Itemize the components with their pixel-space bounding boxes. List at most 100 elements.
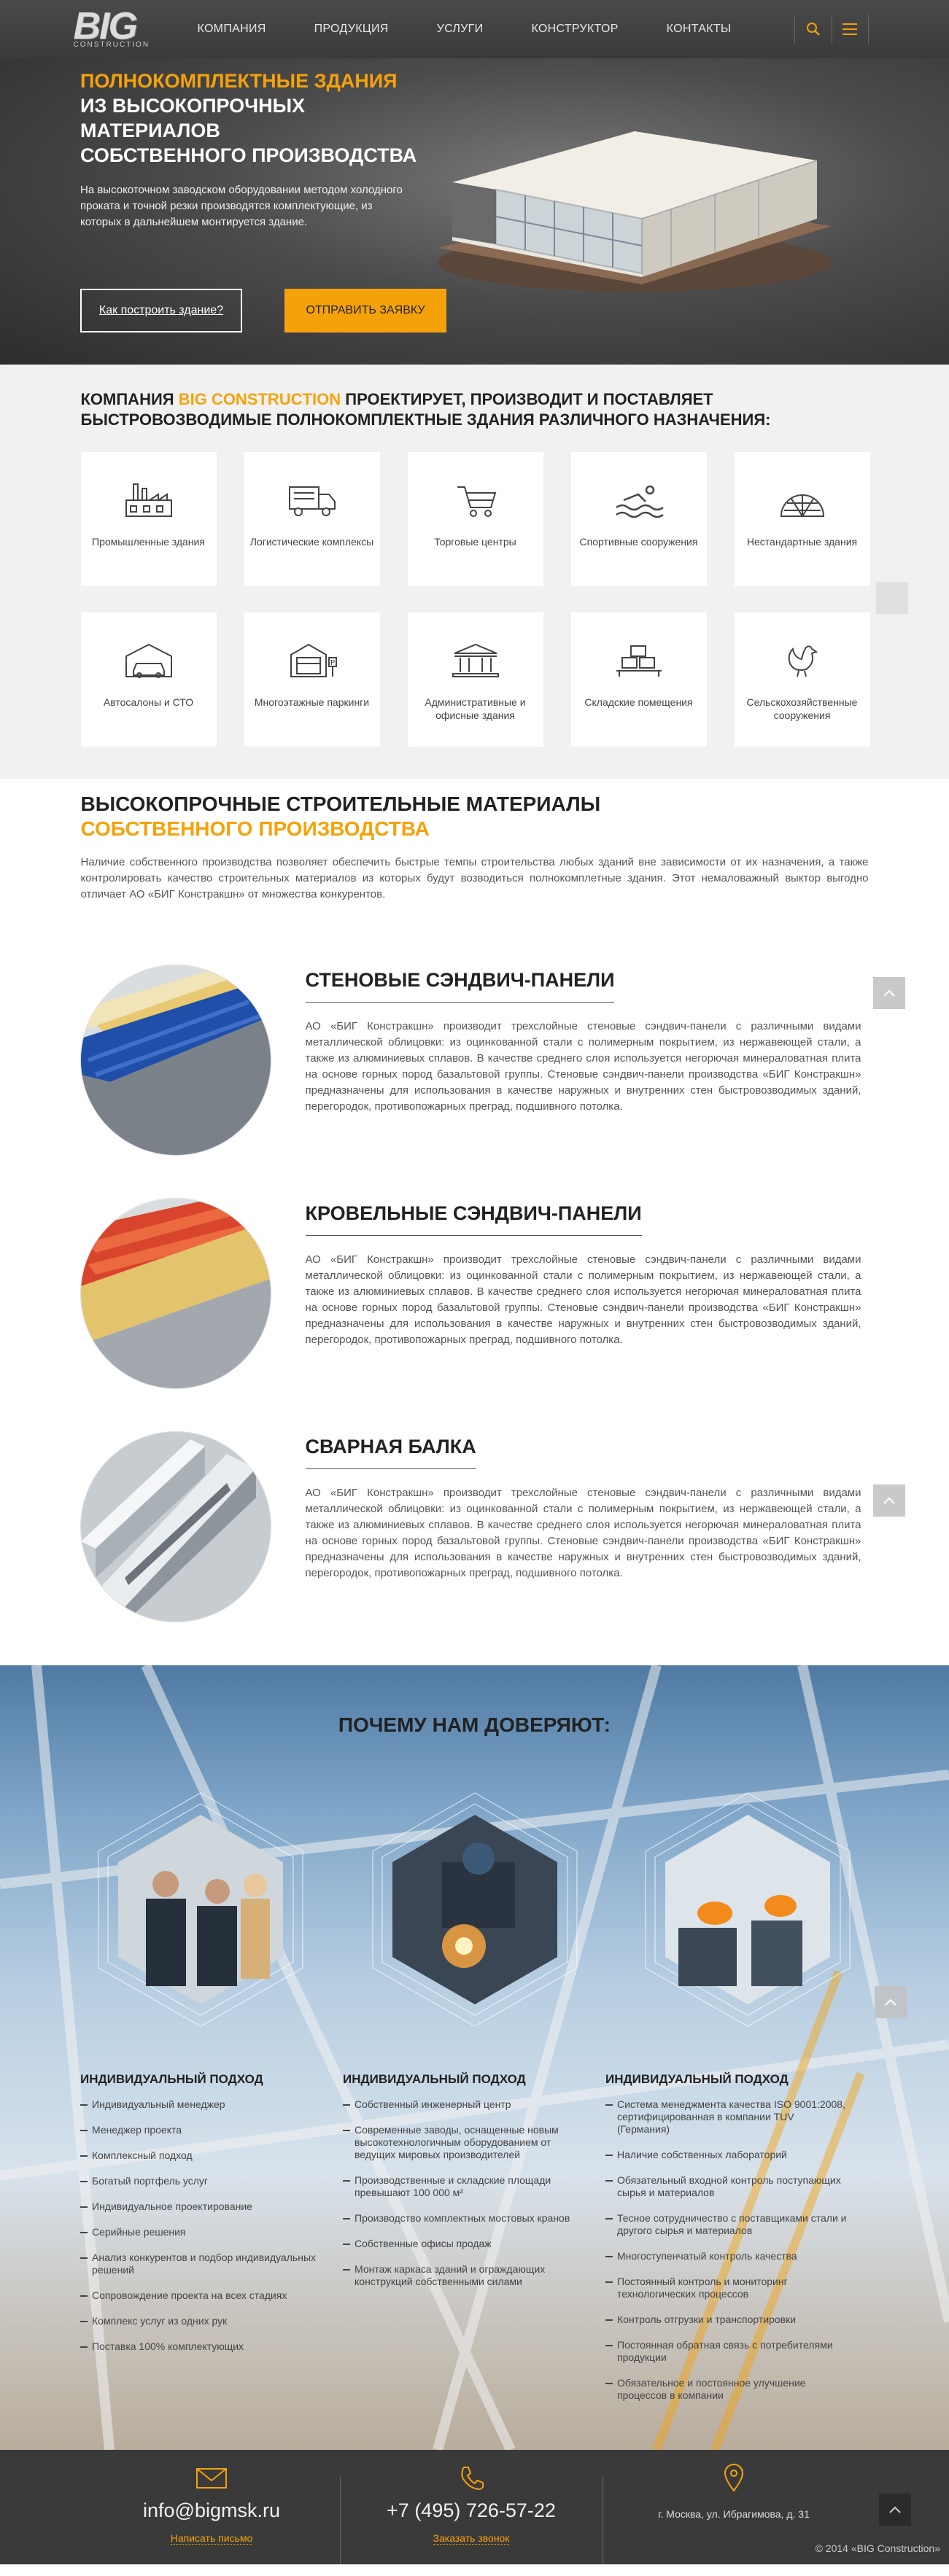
- header-actions: [794, 15, 869, 44]
- trust-list: Собственный инженерный центр Современные…: [343, 2098, 586, 2288]
- list-item: Контроль отгрузки и транспортировки: [605, 2314, 849, 2326]
- office-building-icon: [452, 643, 499, 677]
- svg-text:P: P: [330, 659, 335, 667]
- logo-subtext: CONSTRUCTION: [73, 40, 150, 49]
- trust-list: Система менеджмента качества ISO 9001:20…: [605, 2098, 849, 2402]
- building-illustration: [438, 131, 832, 292]
- list-item: Обязательное и постоянное улучшение проц…: [605, 2377, 849, 2402]
- product-title: Сварная балка: [305, 1435, 476, 1469]
- logo[interactable]: BIG CONSTRUCTION: [74, 3, 169, 55]
- send-request-button[interactable]: Отправить заявку: [284, 289, 446, 332]
- warehouse-icon: [616, 645, 662, 677]
- building-type-card[interactable]: Автосалоны и СТО: [80, 612, 217, 747]
- product-item: Сварная балка АО «БИГ Констракшн» произв…: [80, 1432, 905, 1622]
- logo-text: BIG: [73, 4, 138, 47]
- list-item: Постоянный контроль и мониторинг техноло…: [605, 2276, 849, 2300]
- product-description: АО «БИГ Констракшн» производит трехслойн…: [305, 1487, 861, 1579]
- product-item: Стеновые сэндвич-панели АО «БИГ Констрак…: [80, 965, 905, 1155]
- nav-item-products[interactable]: Продукция: [314, 23, 389, 36]
- list-item: Менеджер проекта: [80, 2124, 324, 2136]
- welded-beam-image: [80, 1432, 271, 1622]
- building-type-label: Промышленные здания: [92, 536, 205, 548]
- address-text: г. Москва, ул. Ибрагимова, д. 31: [658, 2508, 810, 2520]
- phone-icon: [461, 2467, 484, 2491]
- list-item: Производство комплектных мостовых кранов: [343, 2212, 586, 2225]
- chevron-up-icon: [883, 1497, 895, 1504]
- factory-icon: [125, 483, 172, 517]
- building-type-card[interactable]: Логистические комплексы: [244, 452, 380, 586]
- scroll-top-button[interactable]: [879, 2494, 911, 2526]
- product-title: Кровельные сэндвич-панели: [305, 1202, 642, 1236]
- parking-icon: P: [290, 643, 337, 677]
- trust-column: Индивидуальный подход Система менеджмент…: [605, 2072, 868, 2415]
- building-types-title: Компания BIG CONSTRUCTION проектирует, п…: [81, 389, 869, 430]
- building-type-label: Сельскохозяйственные сооружения: [746, 696, 858, 721]
- roof-sandwich-panel-image: [80, 1199, 271, 1388]
- building-type-card[interactable]: Промышленные здания: [80, 452, 217, 586]
- building-type-card[interactable]: Складские помещения: [570, 612, 707, 747]
- nav-item-contacts[interactable]: Контакты: [667, 23, 732, 36]
- materials-intro: Наличие собственного производства позвол…: [80, 856, 869, 900]
- phone-number[interactable]: +7 (495) 726-57-22: [387, 2499, 556, 2522]
- write-letter-link[interactable]: Написать письмо: [170, 2532, 253, 2545]
- list-item: Монтаж каркаса зданий и ограждающих конс…: [343, 2263, 586, 2288]
- welder-photo-hexagon: [372, 1792, 578, 2027]
- trust-column: Индивидуальный подход Индивидуальный мен…: [80, 2072, 343, 2415]
- building-type-label: Многоэтажные паркинги: [254, 696, 370, 708]
- materials-title-line1: Высокопрочные строительные материалы: [80, 793, 601, 815]
- list-item: Собственный инженерный центр: [343, 2098, 586, 2111]
- menu-icon[interactable]: [831, 15, 868, 44]
- hero-text: На высокоточном заводском оборудовании м…: [80, 184, 403, 228]
- map-pin-icon: [724, 2464, 744, 2492]
- building-type-card[interactable]: Торговые центры: [407, 452, 543, 586]
- nav-item-constructor[interactable]: Конструктор: [531, 23, 618, 36]
- nav-item-services[interactable]: Услуги: [437, 23, 484, 36]
- email-text[interactable]: info@bigmsk.ru: [143, 2499, 280, 2522]
- building-type-card[interactable]: Нестандартные здания: [734, 452, 870, 586]
- request-call-link[interactable]: Заказать звонок: [433, 2532, 510, 2545]
- building-type-label: Торговые центры: [434, 536, 516, 548]
- dome-icon: [780, 494, 824, 518]
- building-type-card[interactable]: Спортивные сооружения: [570, 452, 707, 586]
- list-item: Сопровождение проекта на всех стадиях: [80, 2289, 324, 2302]
- chevron-up-icon: [885, 1999, 896, 2006]
- hero-title-line2: из высокопрочных материалов: [80, 95, 306, 141]
- list-item: Серийные решения: [80, 2226, 324, 2238]
- building-type-label: Спортивные сооружения: [579, 536, 698, 548]
- footer-phone: +7 (495) 726-57-22 Заказать звонок: [340, 2450, 603, 2564]
- list-item: Индивидуальное проектирование: [80, 2201, 324, 2213]
- building-type-card[interactable]: Административные и офисные здания: [407, 612, 543, 747]
- copyright: © 2014 «BIG Construction»: [815, 2542, 940, 2554]
- list-item: Поставка 100% комплектующих: [80, 2340, 324, 2353]
- search-icon[interactable]: [795, 15, 832, 44]
- nav-item-company[interactable]: Компания: [198, 23, 266, 36]
- building-type-card[interactable]: Сельскохозяйственные сооружения: [734, 612, 870, 747]
- trust-column-title: Индивидуальный подход: [605, 2072, 789, 2086]
- list-item: Производственные и складские площади пре…: [343, 2174, 586, 2199]
- product-description: АО «БИГ Констракшн» производит трехслойн…: [305, 1253, 861, 1346]
- scroll-arrow-button[interactable]: [875, 582, 908, 614]
- building-types-section: Компания BIG CONSTRUCTION проектирует, п…: [0, 365, 949, 779]
- building-type-label: Складские помещения: [584, 696, 693, 708]
- scroll-top-button[interactable]: [875, 1986, 907, 2018]
- footer-email: info@bigmsk.ru Написать письмо: [80, 2450, 343, 2564]
- scroll-top-button[interactable]: [872, 977, 905, 1009]
- building-type-card[interactable]: P Многоэтажные паркинги: [244, 612, 380, 747]
- scroll-top-button[interactable]: [872, 1484, 905, 1517]
- trust-section: Почему нам доверяют: Индивидуальный подх…: [0, 1665, 949, 2450]
- list-item: Современные заводы, оснащенные новым выс…: [343, 2124, 586, 2161]
- list-item: Собственные офисы продаж: [343, 2238, 586, 2250]
- site-header: BIG CONSTRUCTION Компания Продукция Услу…: [0, 0, 949, 58]
- truck-icon: [288, 486, 336, 516]
- cart-icon: [457, 486, 496, 517]
- list-item: Система менеджмента качества ISO 9001:20…: [605, 2098, 849, 2136]
- title-prefix: Компания: [80, 390, 179, 408]
- chevron-up-icon: [889, 2506, 901, 2513]
- engineers-photo-hexagon: [645, 1792, 851, 2027]
- list-item: Тесное сотрудничество с поставщиками ста…: [605, 2212, 849, 2237]
- trust-column-title: Индивидуальный подход: [80, 2072, 263, 2086]
- team-photo-hexagon: [98, 1792, 303, 2027]
- how-to-build-button[interactable]: Как построить здание?: [80, 289, 242, 332]
- list-item: Многоступенчатый контроль качества: [605, 2250, 849, 2262]
- site-footer: info@bigmsk.ru Написать письмо +7 (495) …: [0, 2450, 949, 2564]
